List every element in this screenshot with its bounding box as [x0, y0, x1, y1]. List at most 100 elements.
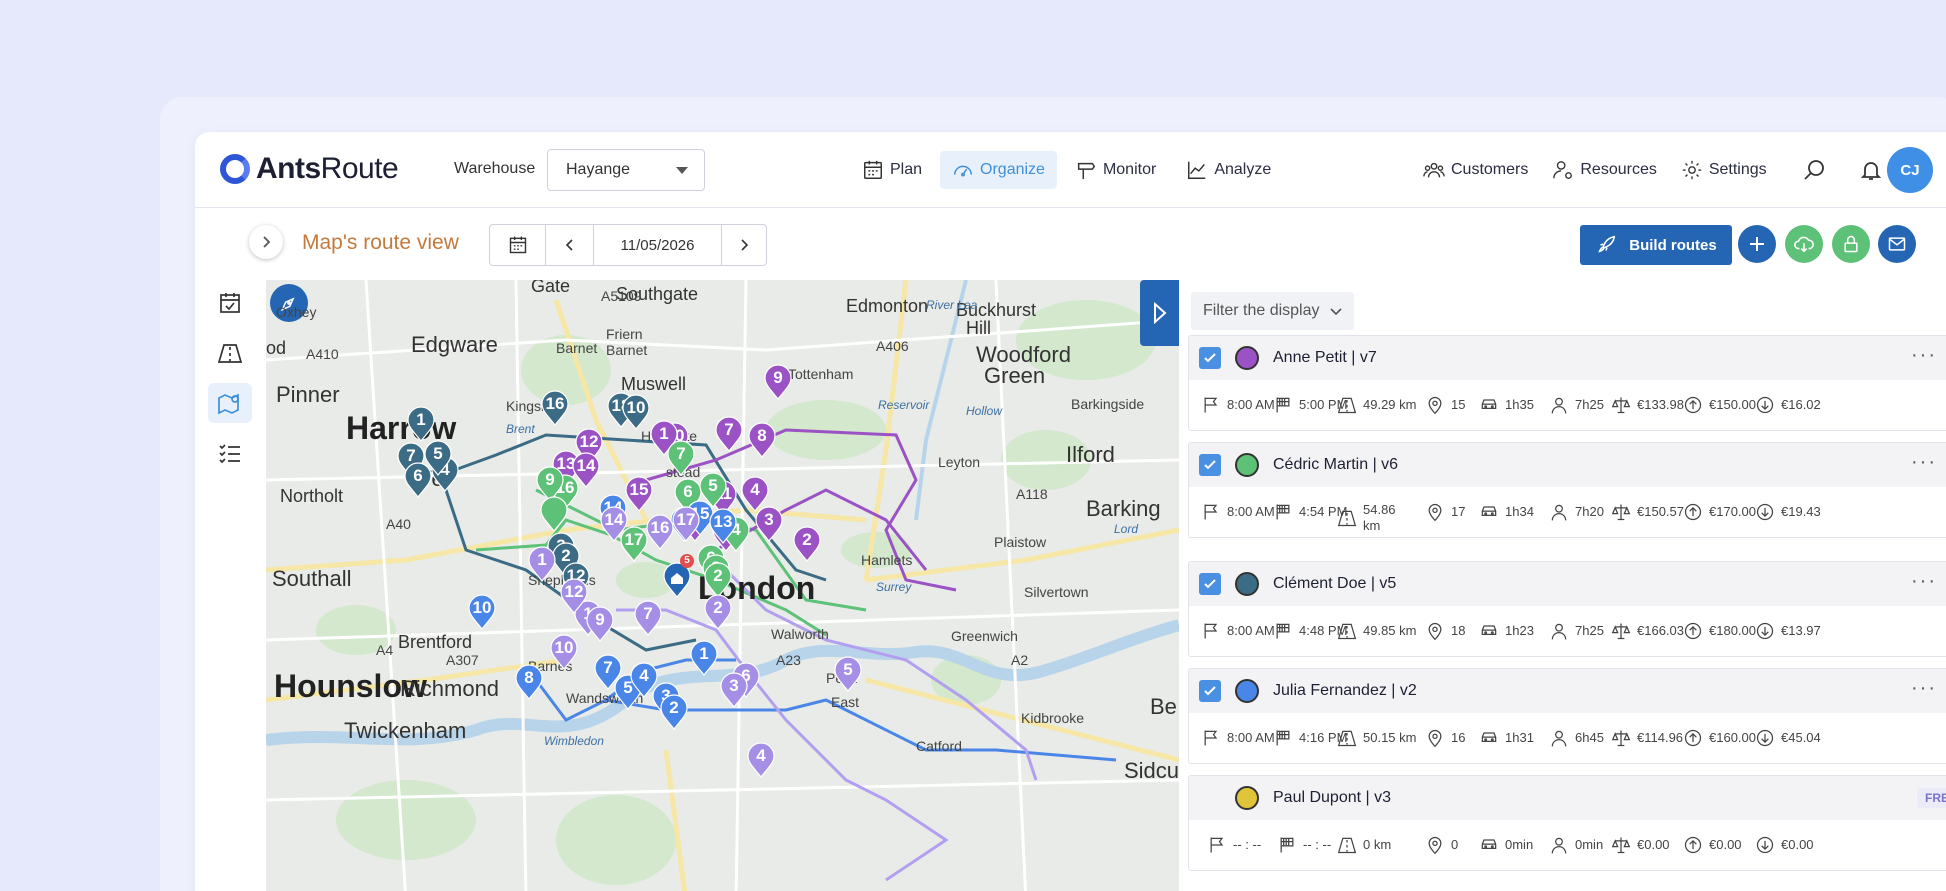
- more-menu-button[interactable]: ···: [1911, 451, 1937, 474]
- map-pin-blue[interactable]: 13: [708, 508, 738, 544]
- notifications-button[interactable]: [1851, 151, 1891, 189]
- map-pin-number: 10: [626, 398, 646, 417]
- map-pin-green[interactable]: 2: [703, 562, 733, 598]
- lock-button[interactable]: [1832, 225, 1870, 263]
- check-icon: [1204, 579, 1216, 589]
- flag-icon: [1204, 397, 1218, 413]
- route-map[interactable]: Gate Oxhey od Edgware Southgate Edmonton Buckh…: [266, 280, 1179, 891]
- map-pin-lavender[interactable]: 3: [719, 672, 749, 708]
- map-pin-lavender[interactable]: 10: [549, 634, 579, 670]
- stat-margin-value: €0.00: [1781, 837, 1814, 852]
- map-pin-lavender[interactable]: 5: [833, 656, 863, 692]
- vehicle-checkbox[interactable]: [1199, 454, 1221, 476]
- vehicle-checkbox[interactable]: [1199, 787, 1221, 809]
- warehouse-select[interactable]: Hayange: [547, 149, 705, 191]
- map-pin-blue[interactable]: 10: [467, 594, 497, 630]
- sidebar-item-map[interactable]: [208, 383, 252, 423]
- map-pin-purple[interactable]: 2: [792, 526, 822, 562]
- map-label-barnet-sports: Barnet: [556, 340, 598, 356]
- map-pin-lavender[interactable]: 7: [633, 600, 663, 636]
- stat-cost-value: €114.96: [1637, 730, 1684, 745]
- chevron-down-icon: [1329, 308, 1342, 316]
- vehicle-card[interactable]: Paul Dupont | v3 FREE -- : -- -- : -- 0 km 0 0…: [1188, 775, 1946, 871]
- map-pin-lavender[interactable]: 1: [527, 546, 557, 582]
- map-pin-teal[interactable]: 5: [423, 440, 453, 476]
- map-label-friern: Friern: [606, 326, 643, 342]
- map-pin-purple[interactable]: 9: [763, 364, 793, 400]
- vehicle-checkbox[interactable]: [1199, 573, 1221, 595]
- stat-stops: 15: [1425, 395, 1465, 415]
- map-pin-lavender[interactable]: 16: [645, 514, 675, 550]
- search-button[interactable]: [1795, 151, 1835, 189]
- build-routes-button[interactable]: Build routes: [1580, 225, 1732, 265]
- vehicle-card[interactable]: Julia Fernandez | v2 ··· 8:00 AM 4:16 PM 50.…: [1188, 668, 1946, 764]
- stat-start: 8:00 AM: [1201, 395, 1275, 415]
- chevron-right-icon: [741, 239, 749, 251]
- date-display[interactable]: 11/05/2026: [594, 225, 722, 265]
- vehicle-name: Anne Petit | v7: [1273, 349, 1377, 366]
- vehicle-checkbox[interactable]: [1199, 680, 1221, 702]
- vehicle-checkbox[interactable]: [1199, 347, 1221, 369]
- stat-distance: 0 km: [1337, 835, 1391, 855]
- map-label-reservoir2: Reservoir: [878, 398, 930, 412]
- chevron-down-icon: [676, 167, 688, 174]
- map-pin-teal[interactable]: 16: [540, 390, 570, 426]
- nav-organize[interactable]: Organize: [940, 151, 1057, 189]
- road-icon: [1337, 510, 1357, 527]
- map-pin-green[interactable]: 7: [666, 440, 696, 476]
- previous-day-button[interactable]: [546, 225, 594, 265]
- map-pin-purple[interactable]: 3: [754, 506, 784, 542]
- nav-analyze[interactable]: Analyze: [1174, 151, 1283, 189]
- map-pin-blue[interactable]: 8: [514, 664, 544, 700]
- nav-organize-label: Organize: [980, 161, 1045, 178]
- nav-monitor[interactable]: Monitor: [1063, 151, 1168, 189]
- map-pin-number: 3: [729, 676, 739, 695]
- map-pin-lavender[interactable]: 17: [671, 506, 701, 542]
- sidebar-item-planning[interactable]: [208, 283, 252, 323]
- map-pin-blue[interactable]: 2: [659, 694, 689, 730]
- next-day-button[interactable]: [722, 225, 766, 265]
- play-triangle-icon: [1153, 302, 1166, 324]
- vehicle-card[interactable]: Cédric Martin | v6 ··· 8:00 AM 4:54 PM 54.86…: [1188, 442, 1946, 538]
- vehicle-header: Paul Dupont | v3 FREE: [1189, 776, 1946, 820]
- more-menu-button[interactable]: ···: [1911, 570, 1937, 593]
- map-pin-lavender[interactable]: 14: [599, 506, 629, 542]
- map-pin-lavender[interactable]: 4: [746, 742, 776, 778]
- map-pin-teal[interactable]: 1: [406, 406, 436, 442]
- email-button[interactable]: [1878, 225, 1916, 263]
- nav-resources[interactable]: Resources: [1542, 151, 1666, 189]
- nav-settings[interactable]: Settings: [1671, 151, 1777, 189]
- arrow-down-circle-icon: [1756, 503, 1774, 521]
- vehicle-color-dot: [1235, 572, 1259, 596]
- map-pin-lavender[interactable]: 2: [703, 594, 733, 630]
- calendar-button[interactable]: [490, 225, 546, 265]
- calendar-icon: [509, 236, 526, 254]
- more-menu-button[interactable]: ···: [1911, 344, 1937, 367]
- avatar[interactable]: CJ: [1887, 147, 1933, 193]
- depot-marker[interactable]: 5: [662, 554, 694, 598]
- collapse-map-button[interactable]: [1140, 280, 1179, 346]
- nav-customers[interactable]: Customers: [1413, 151, 1538, 189]
- sidebar-item-tasks[interactable]: [208, 433, 252, 473]
- map-pin-green[interactable]: [539, 496, 569, 532]
- filter-display-dropdown[interactable]: Filter the display: [1191, 292, 1354, 330]
- map-pin-lavender[interactable]: 9: [585, 606, 615, 642]
- sidebar-item-routes[interactable]: [208, 333, 252, 373]
- more-menu-button[interactable]: ···: [1911, 677, 1937, 700]
- download-button[interactable]: [1785, 225, 1823, 263]
- vehicle-card[interactable]: Anne Petit | v7 ··· 8:00 AM 5:00 PM 49.29 km…: [1188, 335, 1946, 431]
- stat-start: 8:00 AM: [1201, 621, 1275, 641]
- vehicle-card[interactable]: Clément Doe | v5 ··· 8:00 AM 4:48 PM 49.85 k…: [1188, 561, 1946, 657]
- check-icon: [1204, 353, 1216, 363]
- expand-sidebar-button[interactable]: [249, 225, 283, 259]
- add-button[interactable]: [1738, 225, 1776, 263]
- nav-plan[interactable]: Plan: [850, 151, 934, 189]
- map-pin-lavender[interactable]: 12: [559, 578, 589, 614]
- map-pin-blue[interactable]: 1: [689, 640, 719, 676]
- map-pin-teal[interactable]: 10: [621, 394, 651, 430]
- map-pin-purple[interactable]: 7: [714, 416, 744, 452]
- stat-start-value: 8:00 AM: [1227, 623, 1275, 638]
- stat-revenue-value: €160.00: [1709, 730, 1756, 745]
- map-pin-purple[interactable]: 8: [747, 422, 777, 458]
- antsroute-logo[interactable]: AntsRoute: [220, 152, 399, 186]
